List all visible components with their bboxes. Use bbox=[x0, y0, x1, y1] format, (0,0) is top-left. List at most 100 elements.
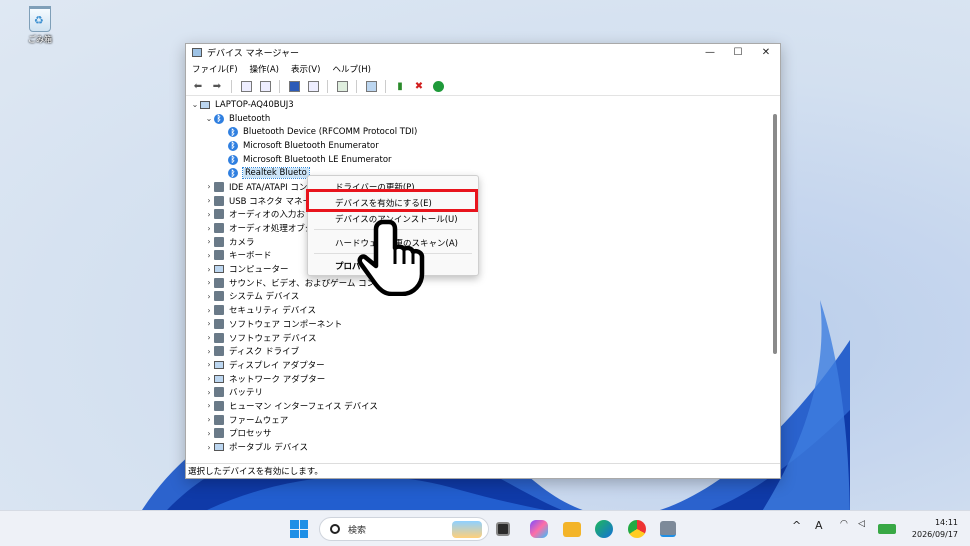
tree-row[interactable]: › ポータブル デバイス bbox=[190, 440, 772, 454]
task-view-icon[interactable] bbox=[496, 522, 510, 536]
tree-row-label: Microsoft Bluetooth LE Enumerator bbox=[243, 154, 392, 165]
tree-row[interactable]: ⌄ ᛒ Bluetooth bbox=[190, 112, 772, 126]
tree-row[interactable]: › セキュリティ デバイス bbox=[190, 303, 772, 317]
tree-row-label: セキュリティ デバイス bbox=[229, 306, 316, 317]
add-driver-icon[interactable]: ▮ bbox=[392, 79, 408, 94]
recycle-bin[interactable]: ♻ ごみ箱 bbox=[22, 6, 58, 45]
minimize-button[interactable]: — bbox=[696, 44, 724, 61]
tree-row[interactable]: ᛒ Bluetooth Device (RFCOMM Protocol TDI) bbox=[190, 125, 772, 139]
chevron-right-icon[interactable]: › bbox=[204, 429, 214, 438]
speaker-icon[interactable]: ◁ bbox=[858, 519, 865, 529]
chevron-right-icon[interactable]: › bbox=[204, 265, 214, 274]
tree-row[interactable]: › プロセッサ bbox=[190, 427, 772, 441]
chevron-right-icon[interactable]: › bbox=[204, 278, 214, 287]
tree-row[interactable]: › USB コネクタ マネー bbox=[190, 194, 772, 208]
tree-row[interactable]: ᛒ Realtek Blueto bbox=[190, 166, 772, 180]
taskbar-search[interactable]: 検索 bbox=[319, 517, 489, 541]
tree-row-label: ポータブル デバイス bbox=[229, 443, 308, 454]
chevron-right-icon[interactable]: › bbox=[204, 224, 214, 233]
chevron-right-icon[interactable]: › bbox=[204, 415, 214, 424]
menu-view[interactable]: 表示(V) bbox=[291, 63, 320, 75]
chevron-right-icon[interactable]: › bbox=[204, 306, 214, 315]
copilot-icon[interactable] bbox=[530, 520, 548, 538]
tree-row[interactable]: › ファームウェア bbox=[190, 413, 772, 427]
chevron-right-icon[interactable]: › bbox=[204, 292, 214, 301]
update-driver-icon[interactable] bbox=[334, 79, 350, 94]
tree-row[interactable]: ᛒ Microsoft Bluetooth Enumerator bbox=[190, 139, 772, 153]
chevron-up-icon[interactable]: ^ bbox=[792, 519, 801, 532]
tree-row[interactable]: › バッテリ bbox=[190, 385, 772, 399]
tree-row-label: Bluetooth bbox=[229, 113, 271, 124]
recycle-bin-icon: ♻ bbox=[29, 6, 51, 32]
chevron-right-icon[interactable]: › bbox=[204, 237, 214, 246]
chevron-right-icon[interactable]: › bbox=[204, 401, 214, 410]
chevron-right-icon[interactable]: › bbox=[204, 196, 214, 205]
device-manager-taskbar-icon[interactable] bbox=[660, 521, 676, 537]
properties-icon[interactable] bbox=[257, 79, 273, 94]
tree-row[interactable]: › ソフトウェア デバイス bbox=[190, 331, 772, 345]
bluetooth-icon: ᛒ bbox=[228, 127, 238, 138]
tree-row-label: コンピューター bbox=[229, 265, 289, 276]
tree-row[interactable]: ᛒ Microsoft Bluetooth LE Enumerator bbox=[190, 153, 772, 167]
title-bar[interactable]: デバイス マネージャー — ☐ ✕ bbox=[186, 44, 780, 61]
maximize-button[interactable]: ☐ bbox=[724, 44, 752, 61]
uninstall-x-icon[interactable]: ✖ bbox=[411, 79, 427, 94]
tree-row[interactable]: › ソフトウェア コンポーネント bbox=[190, 317, 772, 331]
tree-row[interactable]: › IDE ATA/ATAPI コント bbox=[190, 180, 772, 194]
tree-row[interactable]: › ヒューマン インターフェイス デバイス bbox=[190, 399, 772, 413]
clock[interactable]: 14:11 2026/09/17 bbox=[912, 517, 958, 541]
device-tree[interactable]: ⌄ LAPTOP-AQ40BUJ3 ⌄ ᛒ Bluetooth ᛒ Bluetooth De… bbox=[186, 98, 772, 455]
menu-help[interactable]: ヘルプ(H) bbox=[332, 63, 371, 75]
edge-icon[interactable] bbox=[595, 520, 613, 538]
chevron-right-icon[interactable]: › bbox=[204, 374, 214, 383]
chevron-right-icon[interactable]: › bbox=[204, 182, 214, 191]
computer-icon bbox=[200, 100, 210, 109]
tree-row[interactable]: › サウンド、ビデオ、およびゲーム コントローラー bbox=[190, 276, 772, 290]
view-icon[interactable] bbox=[305, 79, 321, 94]
tree-row-label: IDE ATA/ATAPI コント bbox=[229, 182, 316, 193]
device-manager-window[interactable]: デバイス マネージャー — ☐ ✕ ファイル(F) 操作(A) 表示(V) ヘル… bbox=[185, 43, 781, 479]
tree-row[interactable]: › ディスプレイ アダプター bbox=[190, 358, 772, 372]
tree-row[interactable]: › カメラ bbox=[190, 235, 772, 249]
vertical-scrollbar[interactable] bbox=[773, 114, 777, 354]
tree-row[interactable]: › コンピューター bbox=[190, 262, 772, 276]
tree-row-label: カメラ bbox=[229, 237, 255, 248]
menu-action[interactable]: 操作(A) bbox=[250, 63, 279, 75]
tree-row[interactable]: › システム デバイス bbox=[190, 290, 772, 304]
tree-row[interactable]: › キーボード bbox=[190, 249, 772, 263]
tree-row[interactable]: › ネットワーク アダプター bbox=[190, 372, 772, 386]
menu-file[interactable]: ファイル(F) bbox=[192, 63, 238, 75]
tree-row-label: ディスプレイ アダプター bbox=[229, 360, 325, 371]
menu-bar: ファイル(F) 操作(A) 表示(V) ヘルプ(H) bbox=[186, 61, 780, 77]
chevron-right-icon[interactable]: › bbox=[204, 251, 214, 260]
tree-row-label: ソフトウェア コンポーネント bbox=[229, 319, 343, 330]
chevron-right-icon[interactable]: › bbox=[204, 319, 214, 328]
enable-device-icon[interactable] bbox=[430, 79, 446, 94]
tree-row[interactable]: › オーディオの入力お bbox=[190, 208, 772, 222]
battery-icon[interactable] bbox=[878, 524, 896, 534]
back-arrow-icon[interactable]: ⬅ bbox=[190, 79, 206, 94]
tree-row[interactable]: › ディスク ドライブ bbox=[190, 344, 772, 358]
tree-row[interactable]: › オーディオ処理オブジ bbox=[190, 221, 772, 235]
scan-monitor-icon[interactable] bbox=[363, 79, 379, 94]
chevron-right-icon[interactable]: › bbox=[204, 210, 214, 219]
wifi-icon[interactable]: ◠ bbox=[840, 519, 848, 529]
chevron-right-icon[interactable]: › bbox=[204, 333, 214, 342]
ime-indicator[interactable]: A bbox=[815, 519, 823, 532]
forward-arrow-icon[interactable]: ➡ bbox=[209, 79, 225, 94]
tree-row-label: プロセッサ bbox=[229, 429, 272, 440]
file-explorer-icon[interactable] bbox=[563, 522, 581, 537]
chevron-right-icon[interactable]: › bbox=[204, 347, 214, 356]
tree-row[interactable]: ⌄ LAPTOP-AQ40BUJ3 bbox=[190, 98, 772, 112]
chevron-right-icon[interactable]: › bbox=[204, 388, 214, 397]
chrome-icon[interactable] bbox=[628, 520, 646, 538]
help-icon[interactable] bbox=[286, 79, 302, 94]
chevron-down-icon[interactable]: ⌄ bbox=[204, 114, 214, 123]
start-button[interactable] bbox=[290, 520, 308, 538]
show-hide-tree-icon[interactable] bbox=[238, 79, 254, 94]
chevron-right-icon[interactable]: › bbox=[204, 360, 214, 369]
chevron-right-icon[interactable]: › bbox=[204, 443, 214, 452]
close-button[interactable]: ✕ bbox=[752, 44, 780, 61]
chevron-down-icon[interactable]: ⌄ bbox=[190, 100, 200, 109]
disk-drive-icon bbox=[214, 346, 224, 357]
